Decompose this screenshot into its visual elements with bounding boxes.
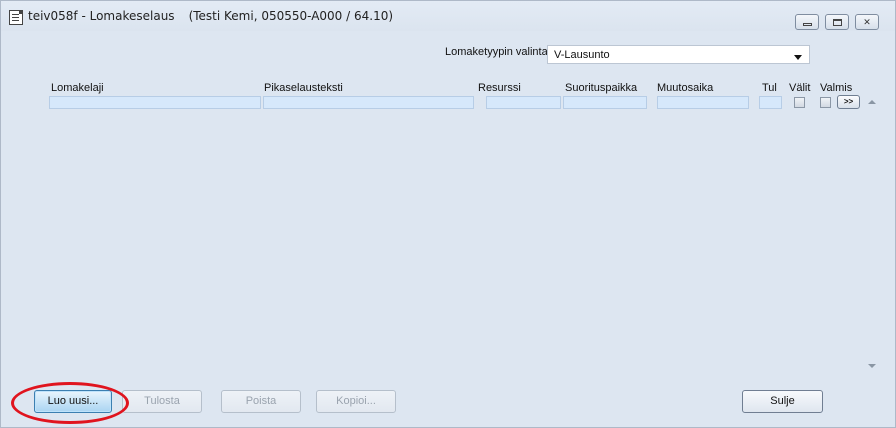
new-form-button[interactable]: Luo uusi... bbox=[34, 390, 112, 413]
cell-muutosaika[interactable] bbox=[657, 96, 749, 109]
close-button[interactable]: Sulje bbox=[742, 390, 823, 413]
column-header-lomakelaji[interactable]: Lomakelaji bbox=[51, 82, 104, 94]
copy-button[interactable]: Kopioi... bbox=[316, 390, 396, 413]
cell-pikaselausteksti[interactable] bbox=[263, 96, 474, 109]
close-icon: ✕ bbox=[863, 17, 871, 27]
delete-button[interactable]: Poista bbox=[221, 390, 301, 413]
window-title-patient: (Testi Kemi, 050550-A000 / 64.10) bbox=[188, 9, 394, 23]
maximize-button[interactable] bbox=[825, 14, 849, 30]
form-type-select[interactable]: V-Lausunto bbox=[547, 45, 810, 64]
dropdown-arrow-icon bbox=[794, 55, 802, 60]
cell-lomakelaji[interactable] bbox=[49, 96, 261, 109]
maximize-icon bbox=[833, 19, 842, 26]
form-browser-window: teiv058f - Lomakeselaus (Testi Kemi, 0505… bbox=[0, 0, 896, 428]
column-header-valmis[interactable]: Valmis bbox=[820, 82, 852, 94]
scroll-down-icon[interactable] bbox=[868, 364, 876, 368]
window-title-main: teiv058f - Lomakeselaus bbox=[28, 9, 175, 23]
vertical-scrollbar[interactable] bbox=[864, 96, 880, 376]
scroll-up-icon[interactable] bbox=[868, 100, 876, 104]
cell-suorituspaikka[interactable] bbox=[563, 96, 647, 109]
forms-grid: Lomakelaji Pikaselausteksti Resurssi Suo… bbox=[46, 79, 876, 377]
window-title: teiv058f - Lomakeselaus (Testi Kemi, 0505… bbox=[28, 9, 393, 23]
document-icon bbox=[9, 10, 23, 25]
column-header-pikaselausteksti[interactable]: Pikaselausteksti bbox=[264, 82, 343, 94]
cell-tul[interactable] bbox=[759, 96, 782, 109]
column-header-muutosaika[interactable]: Muutosaika bbox=[657, 82, 713, 94]
column-header-resurssi[interactable]: Resurssi bbox=[478, 82, 521, 94]
column-header-suorituspaikka[interactable]: Suorituspaikka bbox=[565, 82, 637, 94]
form-type-value: V-Lausunto bbox=[554, 49, 610, 61]
more-button[interactable]: >> bbox=[837, 95, 860, 109]
close-window-button[interactable]: ✕ bbox=[855, 14, 879, 30]
minimize-icon bbox=[803, 23, 812, 26]
valit-checkbox[interactable] bbox=[794, 97, 805, 108]
valmis-checkbox[interactable] bbox=[820, 97, 831, 108]
title-bar: teiv058f - Lomakeselaus (Testi Kemi, 0505… bbox=[1, 1, 895, 31]
print-button[interactable]: Tulosta bbox=[122, 390, 202, 413]
form-type-label: Lomaketyypin valinta bbox=[445, 46, 548, 58]
column-header-tul[interactable]: Tul bbox=[762, 82, 777, 94]
cell-resurssi[interactable] bbox=[486, 96, 561, 109]
column-header-valit[interactable]: Välit bbox=[789, 82, 810, 94]
minimize-button[interactable] bbox=[795, 14, 819, 30]
